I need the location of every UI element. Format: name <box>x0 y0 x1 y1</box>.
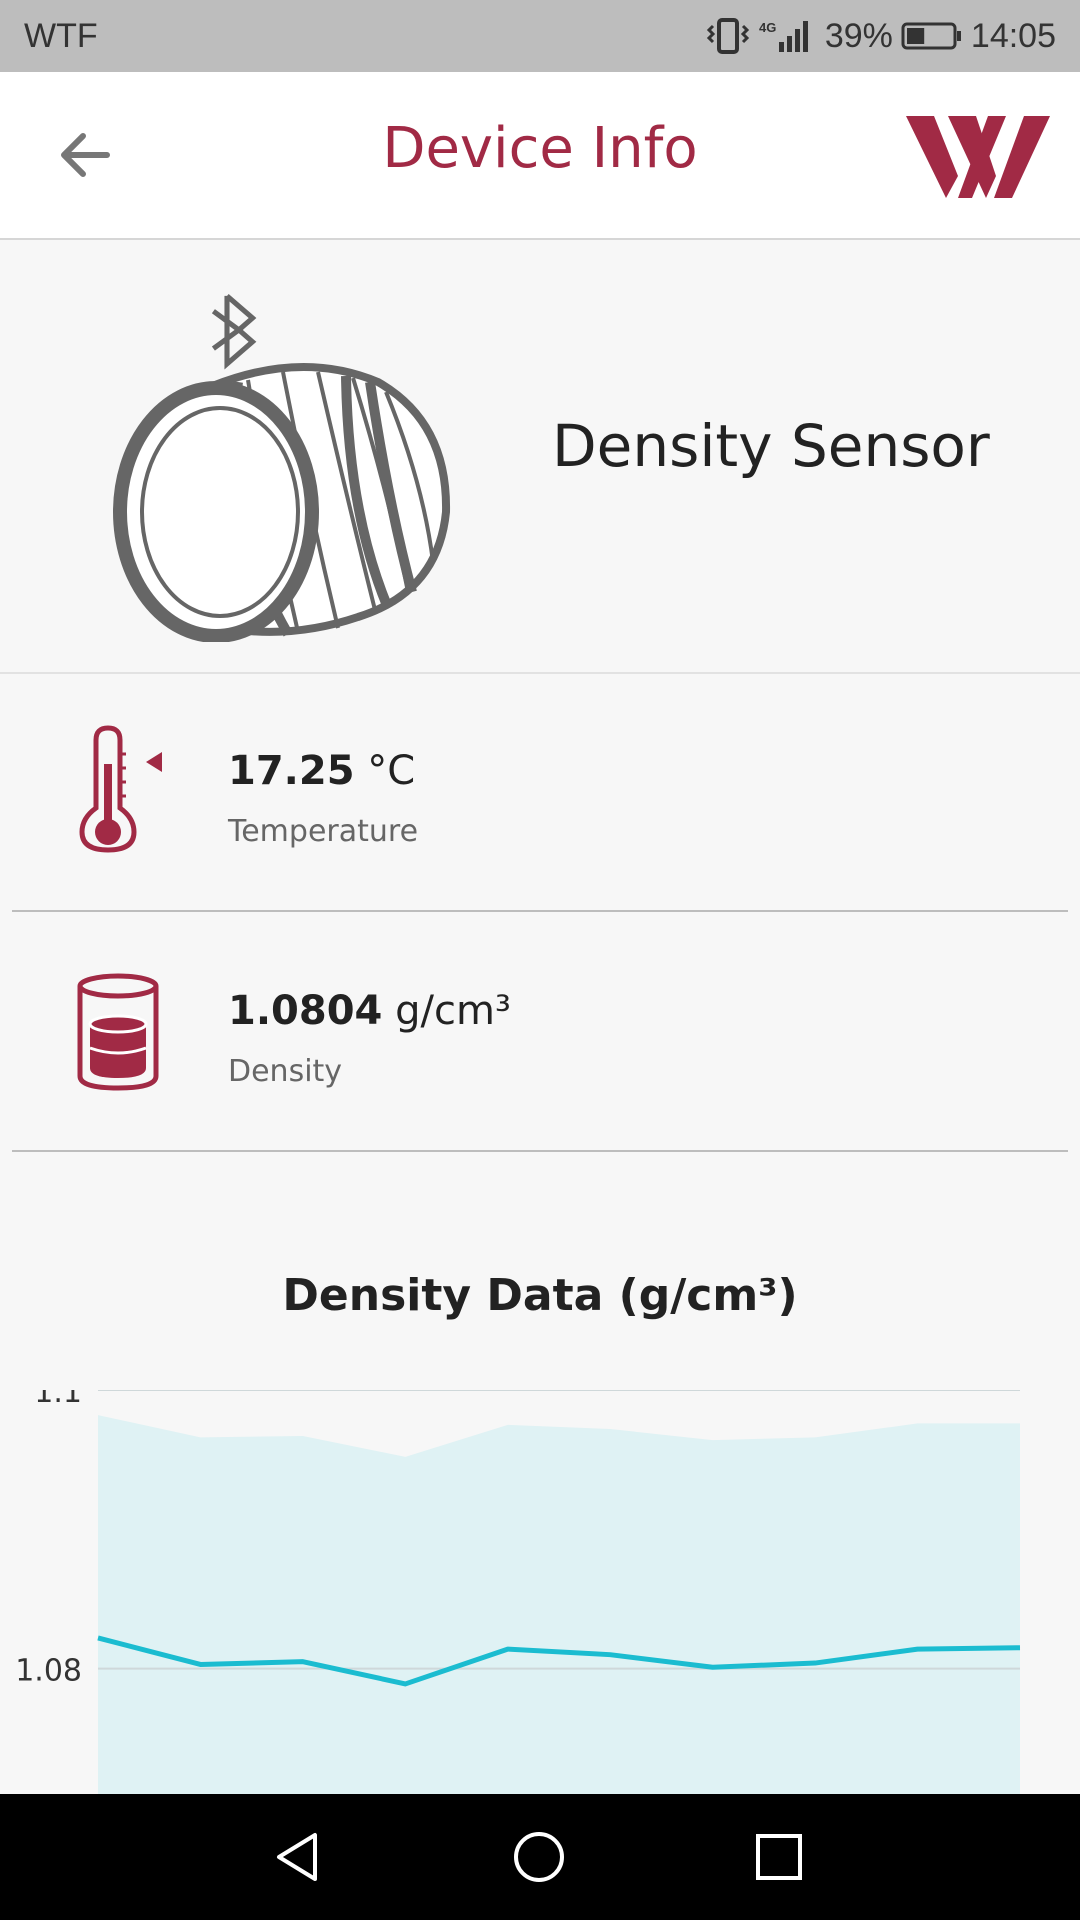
chart-title: Density Data (g/cm³) <box>282 1270 798 1321</box>
status-icons: 4G 39% 14:05 <box>705 16 1056 56</box>
chart-y-tick-label: 1.08 <box>15 1654 82 1689</box>
device-header: Density Sensor <box>0 242 1080 674</box>
nav-home-button[interactable] <box>504 1822 574 1892</box>
density-unit: g/cm³ <box>395 988 511 1034</box>
density-row: 1.0804 g/cm³ Density <box>12 914 1068 1152</box>
nav-recents-button[interactable] <box>744 1822 814 1892</box>
battery-percent: 39% <box>824 16 893 55</box>
barrel-bluetooth-icon <box>113 293 451 642</box>
density-label: Density <box>228 1054 343 1089</box>
density-value-line: 1.0804 g/cm³ <box>228 988 511 1034</box>
brand-logo-icon <box>906 116 1050 198</box>
device-name: Density Sensor <box>552 412 990 480</box>
system-nav-bar <box>0 1794 1080 1920</box>
temperature-value: 17.25 <box>228 748 355 794</box>
carrier-label: WTF <box>24 16 98 55</box>
battery-icon <box>901 19 963 53</box>
temperature-row: 17.25 °C Temperature <box>12 674 1068 912</box>
density-chart: 1.08 1.1 <box>15 1390 1021 1794</box>
triangle-back-icon <box>277 1833 317 1881</box>
network-type-label: 4G <box>759 20 776 35</box>
nav-back-button[interactable] <box>264 1822 334 1892</box>
density-cylinder-icon <box>77 973 159 1091</box>
signal-icon: 4G <box>759 16 817 56</box>
clock: 14:05 <box>970 16 1056 55</box>
temperature-unit: °C <box>367 748 416 794</box>
vibrate-icon <box>705 16 751 56</box>
square-recents-icon <box>756 1834 802 1880</box>
app-bar: Device Info <box>0 72 1080 240</box>
temperature-label: Temperature <box>228 814 419 849</box>
chart-y-tick-label: 1.1 <box>34 1390 82 1410</box>
temperature-value-line: 17.25 °C <box>228 748 415 794</box>
density-value: 1.0804 <box>228 988 383 1034</box>
thermometer-icon <box>79 725 162 853</box>
status-bar: WTF 4G 39% 14:05 <box>0 0 1080 72</box>
chart-band-area <box>98 1415 1020 1794</box>
circle-home-icon <box>514 1832 564 1882</box>
